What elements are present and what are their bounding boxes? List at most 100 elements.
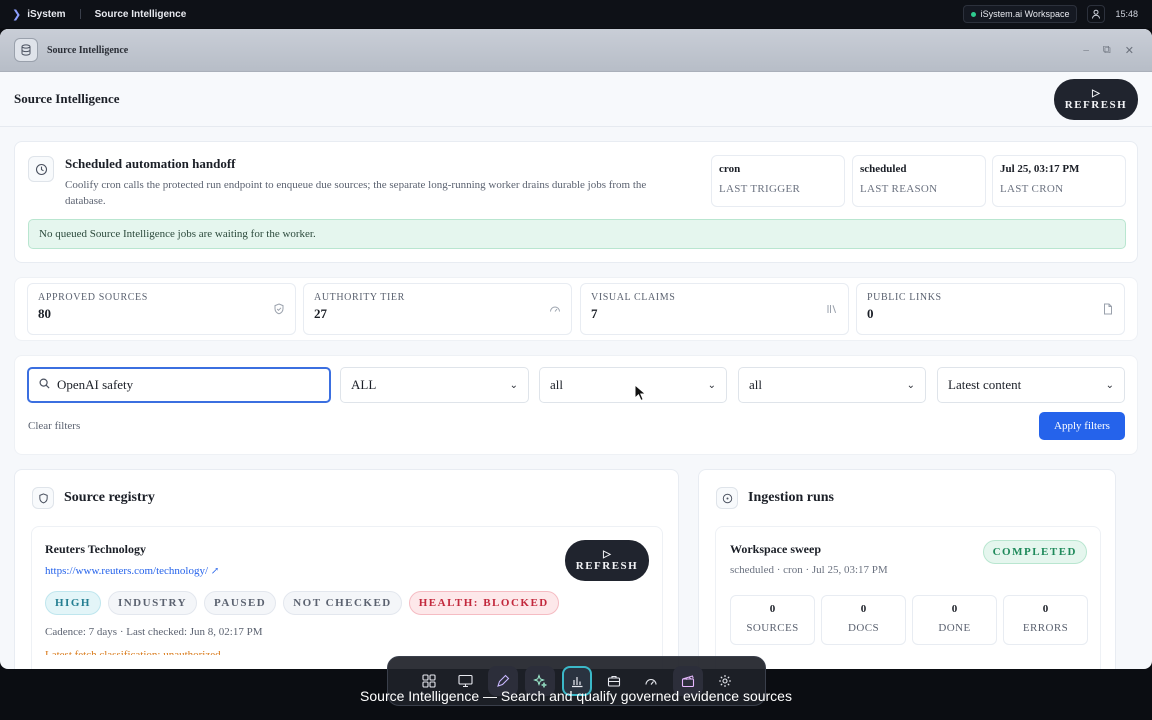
page-title: Source Intelligence bbox=[14, 91, 120, 106]
stat-last-cron: Jul 25, 03:17 PM LAST CRON bbox=[992, 155, 1126, 207]
shield-check-icon bbox=[274, 303, 284, 315]
metric-visual-claims: VISUAL CLAIMS 7 bbox=[580, 283, 849, 335]
metrics-row: APPROVED SOURCES 80 AUTHORITY TIER 27 VI… bbox=[14, 277, 1138, 341]
source-url: https://www.reuters.com/technology/ bbox=[45, 565, 209, 577]
play-icon: ▷ bbox=[603, 549, 611, 560]
os-top-bar: ❯ iSystem Source Intelligence iSystem.ai… bbox=[0, 0, 1152, 28]
source-name: Reuters Technology bbox=[45, 542, 147, 556]
stat-label: DOCS bbox=[848, 622, 879, 634]
workspace-label: iSystem.ai Workspace bbox=[980, 9, 1070, 19]
user-avatar[interactable] bbox=[1087, 5, 1106, 23]
clock-icon bbox=[28, 156, 54, 182]
refresh-button[interactable]: ▷ REFRESH bbox=[1054, 78, 1138, 120]
mouse-cursor-icon bbox=[634, 384, 647, 402]
stat-value: scheduled bbox=[860, 163, 907, 175]
search-icon bbox=[39, 378, 50, 392]
select-value: all bbox=[749, 377, 762, 392]
run-item[interactable]: Workspace sweep scheduled · cron · Jul 2… bbox=[715, 526, 1101, 669]
shield-icon bbox=[32, 487, 54, 509]
document-icon bbox=[1104, 303, 1112, 315]
chevron-down-icon: ⌄ bbox=[1105, 379, 1114, 391]
stat-label: ERRORS bbox=[1022, 622, 1069, 634]
play-icon: ▷ bbox=[1092, 87, 1100, 99]
source-url-link[interactable]: https://www.reuters.com/technology/ ↗ bbox=[45, 565, 219, 577]
clear-filters-link[interactable]: Clear filters bbox=[28, 420, 80, 432]
queue-notice: No queued Source Intelligence jobs are w… bbox=[28, 219, 1126, 249]
source-refresh-button[interactable]: ▷ REFRESH bbox=[565, 540, 649, 581]
badge-priority: HIGH bbox=[45, 591, 101, 615]
source-fetch-note: Latest fetch classification: unauthorize… bbox=[45, 649, 221, 655]
status-select[interactable]: all ⌄ bbox=[539, 367, 727, 403]
run-stat-sources: 0 SOURCES bbox=[730, 595, 815, 645]
search-box[interactable] bbox=[27, 367, 331, 403]
sort-select[interactable]: Latest content ⌄ bbox=[937, 367, 1125, 403]
automation-card: Scheduled automation handoff Coolify cro… bbox=[14, 141, 1138, 263]
os-brand[interactable]: ❯ iSystem bbox=[12, 8, 66, 21]
run-stat-done: 0 DONE bbox=[912, 595, 997, 645]
badge-category: INDUSTRY bbox=[107, 591, 198, 615]
stat-label: DONE bbox=[938, 622, 971, 634]
chevron-down-icon: ⌄ bbox=[707, 379, 716, 391]
tier-select[interactable]: ALL ⌄ bbox=[340, 367, 529, 403]
os-breadcrumb: Source Intelligence bbox=[94, 8, 187, 20]
search-input[interactable] bbox=[57, 377, 307, 393]
badge-status: PAUSED bbox=[204, 591, 277, 615]
database-app-icon bbox=[14, 38, 38, 62]
automation-title: Scheduled automation handoff bbox=[65, 156, 236, 171]
clock-icon bbox=[716, 487, 738, 509]
minimize-icon[interactable]: – bbox=[1083, 44, 1089, 57]
automation-description: Coolify cron calls the protected run end… bbox=[65, 179, 647, 207]
run-status-badge: COMPLETED bbox=[982, 540, 1087, 564]
metric-label: PUBLIC LINKS bbox=[867, 292, 942, 303]
stat-last-reason: scheduled LAST REASON bbox=[852, 155, 986, 207]
close-icon[interactable]: ✕ bbox=[1125, 44, 1134, 57]
restore-icon[interactable]: ⧉ bbox=[1103, 44, 1111, 57]
stat-label: LAST TRIGGER bbox=[719, 183, 801, 195]
stat-value: Jul 25, 03:17 PM bbox=[1000, 163, 1080, 175]
metric-label: APPROVED SOURCES bbox=[38, 292, 148, 303]
metric-value: 80 bbox=[38, 306, 51, 321]
metric-approved-sources: APPROVED SOURCES 80 bbox=[27, 283, 296, 335]
app-header: Source Intelligence ▷ REFRESH bbox=[0, 72, 1152, 127]
status-dot-icon bbox=[970, 11, 976, 17]
metric-value: 0 bbox=[867, 306, 874, 321]
os-brand-label: iSystem bbox=[27, 8, 66, 20]
window-titlebar[interactable]: Source Intelligence – ⧉ ✕ bbox=[0, 29, 1152, 72]
window-title: Source Intelligence bbox=[47, 44, 129, 56]
badge-check: NOT CHECKED bbox=[283, 591, 402, 615]
metric-label: VISUAL CLAIMS bbox=[591, 292, 676, 303]
select-value: Latest content bbox=[948, 377, 1022, 392]
metric-authority-tier: AUTHORITY TIER 27 bbox=[303, 283, 572, 335]
clock-time: 15:48 bbox=[1115, 9, 1138, 19]
stat-value: 0 bbox=[951, 603, 958, 615]
app-window: Source Intelligence – ⧉ ✕ Source Intelli… bbox=[0, 29, 1152, 669]
stat-value: 0 bbox=[860, 603, 867, 615]
source-registry-panel: Source registry Reuters Technology https… bbox=[14, 469, 679, 669]
health-select[interactable]: all ⌄ bbox=[738, 367, 926, 403]
library-icon bbox=[827, 305, 837, 314]
chevron-down-icon: ⌄ bbox=[906, 379, 915, 391]
run-meta: scheduled · cron · Jul 25, 03:17 PM bbox=[730, 564, 888, 576]
main-content[interactable]: Scheduled automation handoff Coolify cro… bbox=[0, 127, 1152, 669]
external-link-icon: ↗ bbox=[210, 566, 220, 577]
ingestion-runs-panel: Ingestion runs Workspace sweep scheduled… bbox=[698, 469, 1116, 669]
refresh-button-label: REFRESH bbox=[1064, 98, 1128, 111]
run-name: Workspace sweep bbox=[730, 542, 821, 556]
chevron-down-icon: ⌄ bbox=[509, 379, 518, 391]
ingestion-runs-title: Ingestion runs bbox=[748, 490, 834, 505]
stat-label: LAST CRON bbox=[1000, 183, 1064, 195]
metric-value: 27 bbox=[314, 306, 327, 321]
select-value: all bbox=[550, 377, 563, 392]
stat-value: 0 bbox=[769, 603, 776, 615]
video-caption: Source Intelligence — Search and qualify… bbox=[360, 688, 792, 704]
refresh-button-label: REFRESH bbox=[575, 560, 639, 572]
gauge-icon bbox=[550, 306, 560, 312]
badge-health: HEALTH: BLOCKED bbox=[408, 591, 559, 615]
workspace-selector[interactable]: iSystem.ai Workspace bbox=[962, 5, 1078, 23]
stat-value: 0 bbox=[1042, 603, 1049, 615]
metric-public-links: PUBLIC LINKS 0 bbox=[856, 283, 1125, 335]
source-item[interactable]: Reuters Technology https://www.reuters.c… bbox=[31, 526, 663, 669]
run-stat-docs: 0 DOCS bbox=[821, 595, 906, 645]
terminal-chevron-icon: ❯ bbox=[12, 8, 22, 21]
apply-filters-button[interactable]: Apply filters bbox=[1039, 412, 1125, 440]
